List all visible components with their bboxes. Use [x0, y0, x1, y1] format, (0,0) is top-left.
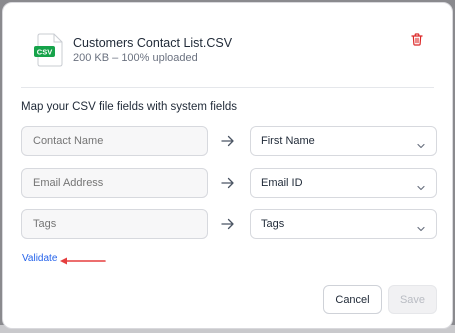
trash-icon[interactable]	[411, 33, 427, 51]
target-field-value: First Name	[261, 135, 315, 147]
source-field-contact-name[interactable]	[21, 126, 208, 156]
import-mapping-dialog: CSV Customers Contact List.CSV 200 KB – …	[2, 2, 453, 329]
file-upload-status: 200 KB – 100% uploaded	[73, 52, 198, 64]
svg-text:CSV: CSV	[37, 48, 52, 57]
chevron-down-icon	[416, 137, 426, 149]
target-field-select-3[interactable]: Tags	[250, 209, 437, 239]
save-button[interactable]: Save	[388, 285, 437, 314]
file-name: Customers Contact List.CSV	[73, 36, 233, 50]
chevron-down-icon	[416, 179, 426, 191]
target-field-select-1[interactable]: First Name	[250, 126, 437, 156]
validate-link[interactable]: Validate	[22, 253, 57, 264]
source-field-email-address[interactable]	[21, 168, 208, 198]
annotation-arrow	[59, 253, 107, 265]
arrow-right-icon	[221, 134, 235, 148]
divider	[21, 87, 434, 88]
target-field-value: Email ID	[261, 177, 303, 189]
target-field-select-2[interactable]: Email ID	[250, 168, 437, 198]
cancel-button[interactable]: Cancel	[323, 285, 382, 314]
source-field-tags[interactable]	[21, 209, 208, 239]
chevron-down-icon	[416, 220, 426, 232]
arrow-right-icon	[221, 217, 235, 231]
target-field-value: Tags	[261, 218, 285, 230]
csv-file-icon: CSV	[34, 33, 64, 67]
mapping-section-title: Map your CSV file fields with system fie…	[21, 101, 238, 113]
arrow-right-icon	[221, 176, 235, 190]
